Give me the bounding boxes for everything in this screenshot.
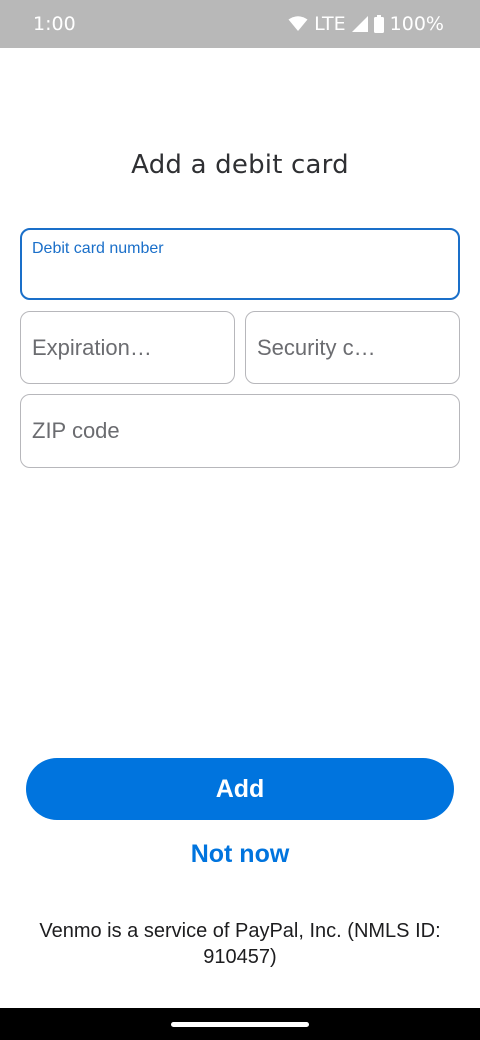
security-code-field[interactable]: Security c… bbox=[245, 311, 460, 384]
status-bar: 1:00 LTE 100% bbox=[0, 0, 480, 48]
expiration-placeholder: Expiration… bbox=[32, 334, 152, 360]
navigation-bar bbox=[0, 1008, 480, 1040]
signal-icon bbox=[351, 16, 368, 32]
zip-code-placeholder: ZIP code bbox=[32, 418, 120, 443]
wifi-icon bbox=[288, 16, 308, 32]
network-type: LTE bbox=[314, 13, 346, 35]
expiration-field[interactable]: Expiration… bbox=[20, 311, 235, 384]
screen: 1:00 LTE 100% Add a debit card Debit car… bbox=[0, 0, 480, 1040]
zip-code-field[interactable]: ZIP code bbox=[20, 394, 460, 468]
debit-card-number-field[interactable]: Debit card number bbox=[20, 228, 460, 300]
security-code-placeholder: Security c… bbox=[257, 334, 376, 360]
status-time: 1:00 bbox=[33, 13, 76, 35]
battery-level: 100% bbox=[389, 13, 444, 35]
not-now-button[interactable]: Not now bbox=[0, 840, 480, 869]
add-button[interactable]: Add bbox=[26, 758, 454, 820]
footer-disclaimer: Venmo is a service of PayPal, Inc. (NMLS… bbox=[39, 920, 441, 968]
status-icons: LTE 100% bbox=[288, 13, 444, 35]
battery-icon bbox=[373, 15, 384, 33]
page-title: Add a debit card bbox=[131, 150, 349, 180]
debit-card-number-label: Debit card number bbox=[32, 240, 164, 257]
home-handle[interactable] bbox=[171, 1022, 309, 1027]
